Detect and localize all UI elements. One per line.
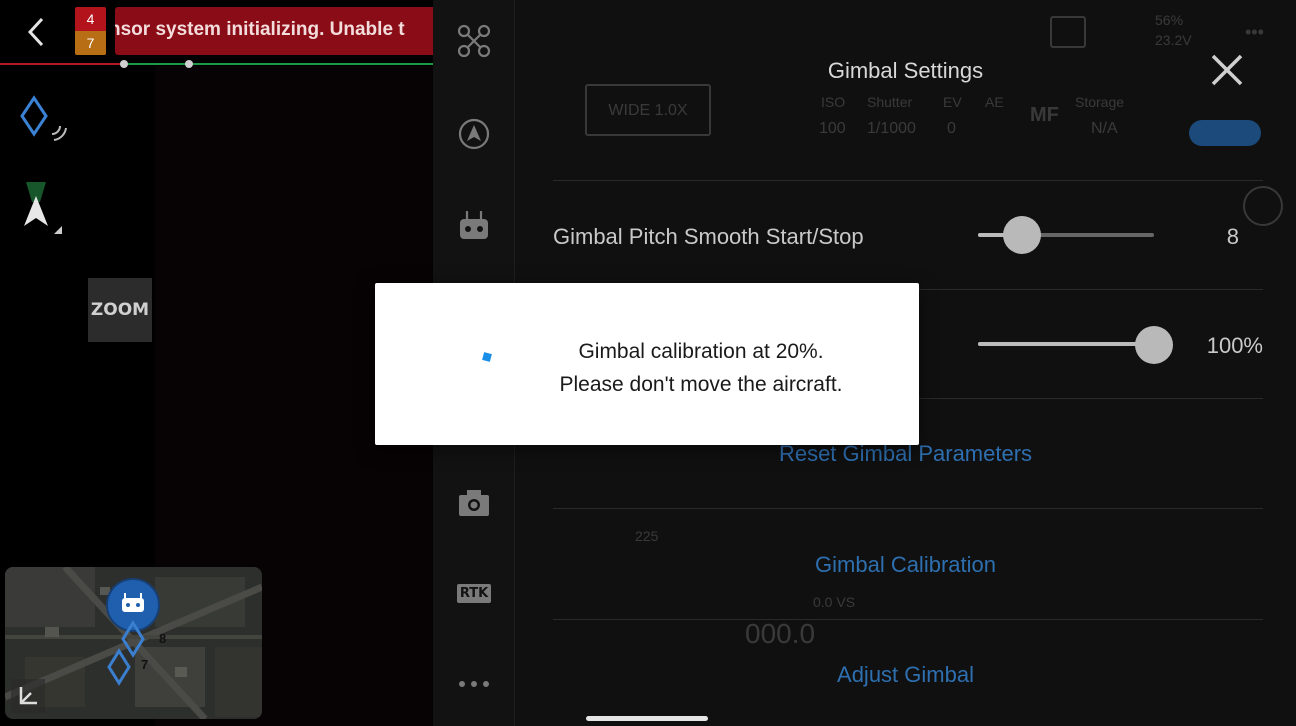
- battery-value: 56%: [1155, 12, 1184, 28]
- pitch-smooth-label: Gimbal Pitch Smooth Start/Stop: [553, 224, 864, 249]
- timeline-green-segment: [124, 63, 433, 65]
- drone-icon[interactable]: [453, 20, 495, 62]
- hud-more: •••: [1245, 22, 1264, 42]
- aircraft-heading-icon: [14, 180, 66, 240]
- dialog-message: Gimbal calibration at 20%. Please don't …: [525, 335, 877, 401]
- second-slider[interactable]: [978, 342, 1154, 346]
- close-button[interactable]: [1207, 50, 1247, 90]
- camera-mode-badge: WIDE 1.0X: [585, 84, 711, 136]
- toggle-switch[interactable]: [1189, 120, 1261, 146]
- rtk-label: RTK: [456, 583, 492, 603]
- home-point-icon[interactable]: [16, 92, 70, 148]
- home-indicator[interactable]: [586, 716, 708, 721]
- error-count-badge: 4: [75, 7, 106, 31]
- rtk-button[interactable]: RTK: [453, 572, 495, 614]
- hud-box: [1050, 16, 1086, 48]
- timeline-marker: [185, 60, 193, 68]
- close-icon: [1211, 54, 1243, 86]
- zoom-button[interactable]: ZOOM: [88, 278, 152, 342]
- camera-icon[interactable]: [453, 482, 495, 524]
- remote-controller-icon[interactable]: [453, 205, 495, 247]
- storage-label: Storage: [1075, 94, 1125, 110]
- voltage-value: 23.2V: [1155, 32, 1192, 48]
- iso-label: ISO: [821, 94, 846, 110]
- iso-value: 100: [819, 120, 846, 137]
- pitch-smooth-value: 8: [1226, 224, 1239, 249]
- mini-map[interactable]: 8 7: [5, 567, 262, 719]
- timeline-marker: [120, 60, 128, 68]
- adjust-gimbal-button[interactable]: Adjust Gimbal: [515, 662, 1296, 688]
- slider-knob[interactable]: [1003, 216, 1041, 254]
- waypoint-label: 7: [141, 657, 149, 672]
- slider-fill: [978, 342, 1154, 346]
- vertical-speed: 0.0 VS: [813, 594, 856, 610]
- status-banner[interactable]: nsor system initializing. Unable t: [115, 7, 433, 55]
- divider: [553, 180, 1263, 181]
- expand-map-icon[interactable]: [11, 679, 45, 713]
- camera-view: 4 7 nsor system initializing. Unable t Z…: [0, 0, 433, 726]
- mf-label: MF: [1030, 104, 1059, 126]
- flight-mode-icon[interactable]: [453, 113, 495, 155]
- slider-knob[interactable]: [1135, 326, 1173, 364]
- second-slider-value: 100%: [1206, 333, 1263, 358]
- shutter-value: 1/1000: [867, 120, 916, 137]
- page-title: Gimbal Settings: [827, 58, 984, 83]
- waypoint-label: 8: [159, 631, 167, 646]
- ae-label: AE: [985, 94, 1004, 110]
- alert-counter[interactable]: 4 7: [75, 7, 106, 55]
- warning-count-badge: 7: [75, 31, 106, 55]
- altitude-value: 000.0: [745, 618, 816, 649]
- shutter-label: Shutter: [867, 94, 913, 110]
- timeline-red-segment: [0, 63, 124, 65]
- hud-dial: [1243, 186, 1283, 226]
- dialog-message-line2: Please don't move the aircraft.: [559, 373, 843, 396]
- chevron-left-icon: [27, 17, 44, 47]
- heading-value: 225: [635, 528, 659, 544]
- dialog-message-line1: Gimbal calibration at 20%.: [578, 340, 824, 363]
- back-button[interactable]: [18, 12, 54, 52]
- gimbal-calibration-button[interactable]: Gimbal Calibration: [515, 552, 1296, 578]
- calibration-dialog: Gimbal calibration at 20%. Please don't …: [375, 283, 919, 445]
- ev-value: 0: [947, 120, 956, 137]
- storage-value: N/A: [1091, 120, 1118, 137]
- divider: [553, 508, 1263, 509]
- status-banner-text: nsor system initializing. Unable t: [115, 19, 405, 40]
- divider: [553, 619, 1263, 620]
- more-icon[interactable]: [453, 663, 495, 705]
- timeline-bar: [0, 60, 433, 68]
- loading-spinner-icon: [482, 352, 492, 362]
- map-overlay: [106, 578, 160, 686]
- ev-label: EV: [943, 94, 962, 110]
